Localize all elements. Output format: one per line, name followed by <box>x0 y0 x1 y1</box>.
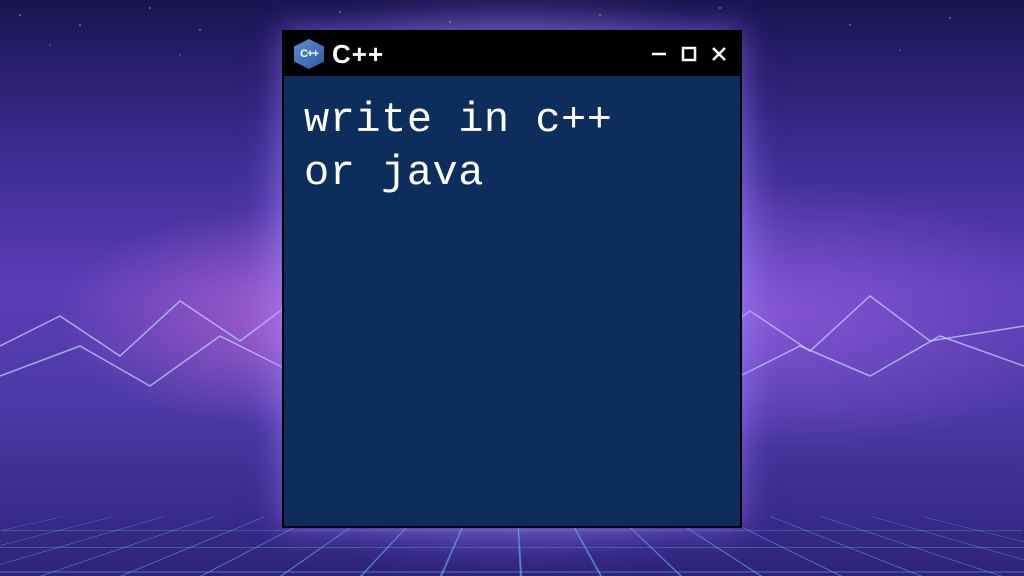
minimize-button[interactable] <box>648 43 670 65</box>
close-icon <box>710 45 728 63</box>
cpp-logo-icon: C++ <box>294 39 324 69</box>
window-title: C++ <box>332 39 640 70</box>
minimize-icon <box>650 45 668 63</box>
titlebar[interactable]: C++ C++ <box>284 32 740 76</box>
maximize-icon <box>680 45 698 63</box>
terminal-content[interactable]: write in c++ or java <box>284 76 740 217</box>
close-button[interactable] <box>708 43 730 65</box>
maximize-button[interactable] <box>678 43 700 65</box>
window-controls <box>648 43 730 65</box>
terminal-window: C++ C++ write in c++ or java <box>282 30 742 528</box>
